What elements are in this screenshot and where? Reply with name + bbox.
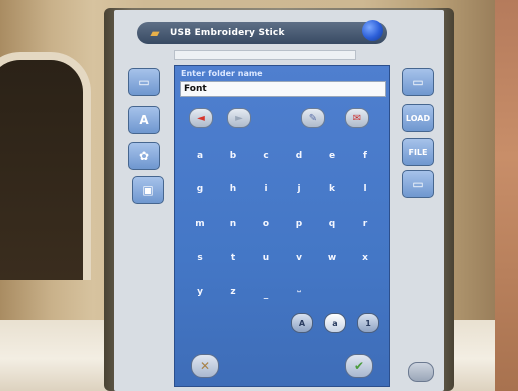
save-icon: ✉ (352, 112, 362, 124)
mode-lowercase-button[interactable]: a (324, 313, 346, 333)
folder-name-keyboard: Enter folder name Font ◄ ► ✎ ✉ a b c d e… (174, 65, 390, 387)
mode-numeric-button[interactable]: 1 (357, 313, 379, 333)
key-c[interactable]: c (257, 147, 275, 165)
corner-button[interactable] (408, 362, 434, 382)
folder-icon: ▭ (138, 75, 150, 89)
close-icon: ✕ (199, 359, 211, 373)
folder-button[interactable]: ▭ (128, 68, 160, 96)
key-w[interactable]: w (323, 249, 341, 267)
key-s[interactable]: s (191, 249, 209, 267)
mode-uppercase-button[interactable]: A (291, 313, 313, 333)
key-k[interactable]: k (323, 180, 341, 198)
folder-open-icon: ▭ (412, 75, 424, 89)
key-u[interactable]: u (257, 249, 275, 267)
key-space[interactable]: ˽ (290, 278, 308, 296)
key-g[interactable]: g (191, 180, 209, 198)
cancel-button[interactable]: ✕ (191, 354, 219, 378)
arrow-left-icon: ◄ (197, 112, 205, 124)
key-a[interactable]: a (191, 147, 209, 165)
key-i[interactable]: i (257, 180, 275, 198)
key-r[interactable]: r (356, 215, 374, 233)
key-y[interactable]: y (191, 283, 209, 301)
key-b[interactable]: b (224, 147, 242, 165)
title-bar: ▰ USB Embroidery Stick (137, 22, 387, 44)
machine-button[interactable]: ▣ (132, 176, 164, 204)
save-button[interactable]: ✉ (345, 108, 369, 128)
key-d[interactable]: d (290, 147, 308, 165)
path-bar (174, 50, 356, 60)
cursor-left-button[interactable]: ◄ (189, 108, 213, 128)
key-j[interactable]: j (290, 180, 308, 198)
key-t[interactable]: t (224, 249, 242, 267)
key-p[interactable]: p (290, 215, 308, 233)
key-l[interactable]: l (356, 180, 374, 198)
prompt-label: Enter folder name (181, 69, 263, 78)
key-n[interactable]: n (224, 215, 242, 233)
embroidery-icon: ✿ (138, 149, 150, 163)
touch-screen: ▰ USB Embroidery Stick ▭ A ✿ ▣ ▭ LOAD FI… (114, 10, 444, 391)
key-e[interactable]: e (323, 147, 341, 165)
usb-stick-icon: ▰ (150, 26, 160, 40)
load-button[interactable]: LOAD (402, 104, 434, 132)
key-h[interactable]: h (224, 180, 242, 198)
checkmark-icon: ✔ (353, 359, 365, 373)
key-underscore[interactable]: _ (257, 286, 275, 304)
folder-name-input[interactable]: Font (180, 81, 386, 97)
new-folder-icon: ▭ (412, 177, 424, 191)
machine-arm-opening (0, 52, 91, 280)
arrow-right-icon: ► (235, 112, 243, 124)
new-folder-button[interactable]: ▭ (402, 170, 434, 198)
ok-button[interactable]: ✔ (345, 354, 373, 378)
key-f[interactable]: f (356, 147, 374, 165)
eraser-icon: ✎ (308, 112, 318, 124)
file-name-button[interactable]: FILE (402, 138, 434, 166)
key-x[interactable]: x (356, 249, 374, 267)
load-icon: LOAD (405, 113, 431, 123)
open-folder-button[interactable]: ▭ (402, 68, 434, 96)
embroidery-button[interactable]: ✿ (128, 142, 160, 170)
erase-button[interactable]: ✎ (301, 108, 325, 128)
font-icon: A (139, 113, 149, 127)
background-right (495, 0, 518, 391)
machine-icon: ▣ (142, 183, 154, 197)
file-name-icon: FILE (408, 147, 428, 157)
key-v[interactable]: v (290, 249, 308, 267)
key-o[interactable]: o (257, 215, 275, 233)
font-button[interactable]: A (128, 106, 160, 134)
status-orb-icon[interactable] (362, 20, 383, 41)
key-q[interactable]: q (323, 215, 341, 233)
cursor-right-button[interactable]: ► (227, 108, 251, 128)
title-text: USB Embroidery Stick (170, 28, 285, 38)
key-m[interactable]: m (191, 215, 209, 233)
key-z[interactable]: z (224, 283, 242, 301)
